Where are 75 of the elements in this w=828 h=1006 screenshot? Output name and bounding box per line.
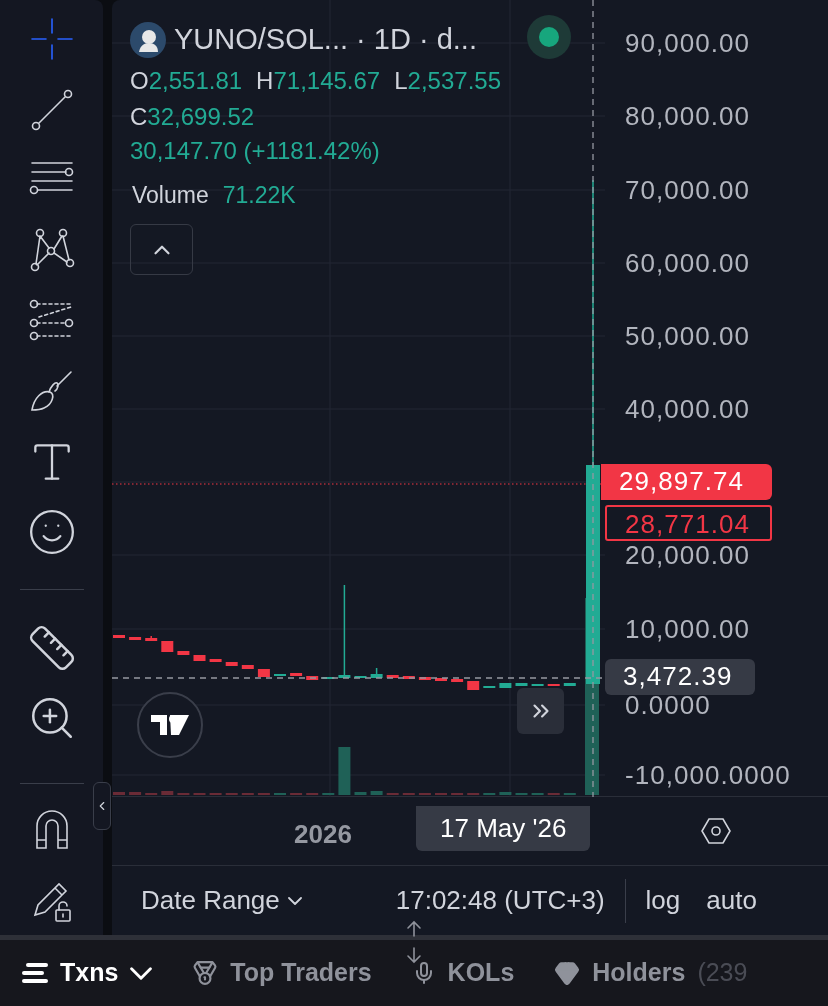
price-axis-label: 20,000.00 <box>625 539 751 572</box>
ohlc-key: C <box>130 100 148 134</box>
candle <box>257 669 270 677</box>
candle <box>225 662 238 666</box>
date-range-dropdown[interactable]: Date Range <box>141 881 302 920</box>
volume-bar <box>161 791 174 795</box>
crosshair-date-tag: 17 May '26 <box>416 806 591 851</box>
volume-bar <box>354 792 367 795</box>
clock: 17:02:48 (UTC+3) <box>395 884 605 917</box>
volume-bar <box>370 791 383 795</box>
price-axis-label: 50,000.00 <box>625 320 751 353</box>
scroll-to-latest-button[interactable] <box>517 688 564 734</box>
candle <box>563 683 576 686</box>
ohlc-value: 71,145.67 <box>273 66 381 96</box>
candle <box>193 655 206 661</box>
volume-bar <box>113 792 125 795</box>
ohlc-key: H <box>256 64 274 98</box>
candle <box>402 676 415 679</box>
price-tag: 3,472.39 <box>605 659 755 695</box>
price-axis-label: 60,000.00 <box>625 247 751 280</box>
candle <box>177 651 190 655</box>
volume-bar <box>499 792 512 795</box>
volume-value: 71.22K <box>222 181 296 210</box>
diamond-icon <box>554 960 581 986</box>
figure-icon <box>137 27 159 52</box>
volume-label: Volume <box>132 181 209 210</box>
candle <box>386 675 399 678</box>
candle <box>499 683 512 688</box>
candle <box>515 683 528 686</box>
ohlc-key: O <box>130 64 149 98</box>
price-axis-label: 70,000.00 <box>625 174 751 207</box>
price-change: 30,147.70 (+1181.42%) <box>130 136 380 166</box>
candle <box>467 681 480 690</box>
candle <box>129 637 142 640</box>
volume-bar <box>129 792 142 795</box>
price-axis-label: -10,000.0000 <box>625 759 791 792</box>
live-indicator-icon <box>527 15 571 59</box>
ohlc-value: 2,551.81 <box>148 66 243 96</box>
candle <box>209 659 222 662</box>
candle <box>451 679 464 682</box>
ohlc-key: L <box>394 64 408 98</box>
price-axis-label: 40,000.00 <box>625 393 751 426</box>
ohlc-value: 2,537.55 <box>407 66 501 96</box>
price-axis-label: 80,000.00 <box>625 100 751 133</box>
price-tag: 29,897.74 <box>601 464 772 500</box>
tab[interactable]: Top Traders <box>192 954 372 992</box>
time-axis-label: 2026 <box>294 818 352 851</box>
candle <box>161 641 174 652</box>
price-axis-label: 10,000.00 <box>625 613 751 646</box>
symbol-title: YUNO/SOL... · 1D · d... <box>174 22 477 57</box>
candle <box>113 635 125 638</box>
price-axis-label: 90,000.00 <box>625 27 751 60</box>
candle <box>435 678 447 681</box>
settings-button[interactable] <box>700 815 732 847</box>
volume-bar <box>338 747 351 795</box>
auto-scale-button[interactable]: auto <box>706 881 757 920</box>
log-scale-button[interactable]: log <box>645 881 681 920</box>
candle <box>241 665 254 669</box>
tab[interactable]: KOLs <box>411 954 515 992</box>
medal-icon <box>192 960 219 986</box>
candle <box>418 677 431 680</box>
resize-handle-icon[interactable] <box>405 920 423 964</box>
price-tag: 28,771.04 <box>605 505 772 541</box>
chevron-down-icon <box>130 966 153 980</box>
tab[interactable]: Txns <box>22 954 153 992</box>
ohlc-value: 32,699.52 <box>147 102 255 132</box>
chevron-down-icon <box>287 896 302 905</box>
candle <box>306 676 319 680</box>
candle <box>370 667 383 678</box>
candle <box>290 673 303 676</box>
menu-icon <box>22 962 48 984</box>
candle <box>145 635 158 641</box>
tab[interactable]: Holders (239 <box>554 954 748 992</box>
holders-count: (239 <box>697 957 748 989</box>
settings-icon <box>701 817 731 845</box>
